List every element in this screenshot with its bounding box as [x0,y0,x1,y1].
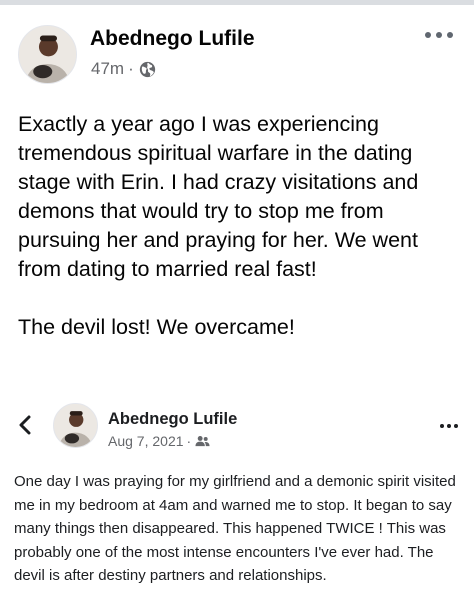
dot [447,424,451,428]
shared-more-options-icon[interactable] [440,423,458,429]
meta-separator: · [186,433,192,449]
shared-post[interactable]: Abednego Lufile Aug 7, 2021 · One day I … [0,393,474,614]
shared-post-date[interactable]: Aug 7, 2021 [108,433,184,449]
dot [440,424,444,428]
friends-icon[interactable] [195,435,210,447]
shared-post-meta: Aug 7, 2021 · [108,433,210,449]
dot [454,424,458,428]
post-paragraph: Exactly a year ago I was experiencing tr… [18,112,425,281]
avatar-photo [19,26,76,83]
more-options-icon[interactable] [425,28,453,42]
dot [447,32,453,38]
shared-author-name[interactable]: Abednego Lufile [108,410,237,429]
post-time[interactable]: 47m [91,59,124,79]
globe-icon[interactable] [139,61,156,78]
chevron-left-icon[interactable] [17,415,33,435]
dot [425,32,431,38]
post-meta: 47m · [91,59,156,79]
avatar[interactable] [18,25,77,84]
author-name[interactable]: Abednego Lufile [90,27,255,51]
post-paragraph: The devil lost! We overcame! [18,315,295,339]
avatar-photo [54,404,97,447]
meta-separator: · [128,59,134,78]
shared-post-text: One day I was praying for my girlfriend … [14,473,456,584]
top-divider [0,0,474,5]
shared-avatar[interactable] [53,403,98,448]
post-header: Abednego Lufile 47m · [18,22,458,86]
dot [436,32,442,38]
post-text: Exactly a year ago I was experiencing tr… [18,110,463,342]
